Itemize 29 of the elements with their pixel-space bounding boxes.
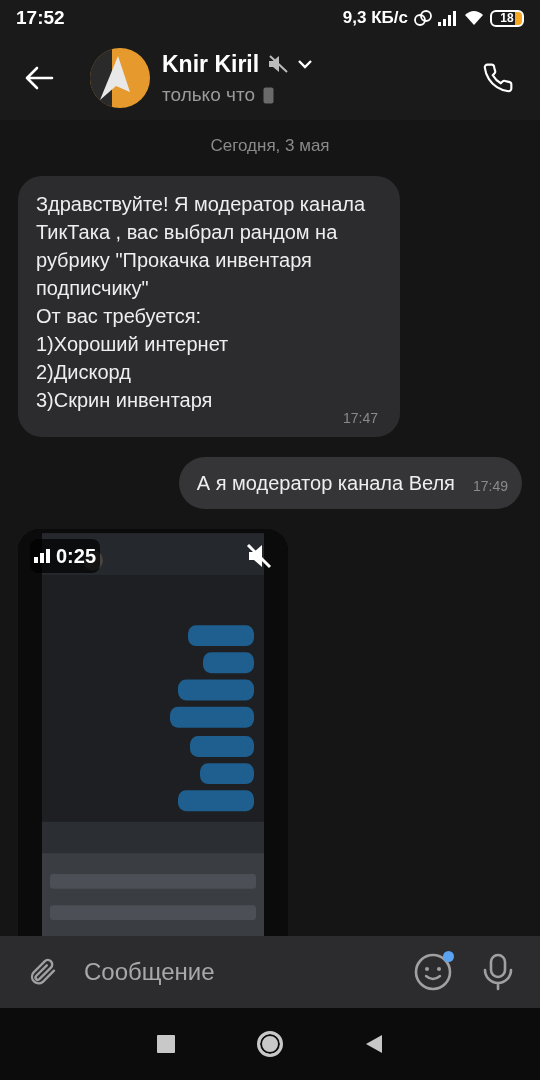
home-icon[interactable] (257, 1031, 283, 1057)
signal-icon (438, 10, 458, 26)
back-icon[interactable] (365, 1034, 383, 1054)
network-speed: 9,3 КБ/с (342, 7, 408, 30)
message-time: 17:47 (341, 408, 378, 428)
message-time: 17:49 (472, 476, 508, 496)
call-icon[interactable] (482, 62, 514, 94)
avatar-icon[interactable] (90, 48, 150, 108)
message-bubble[interactable]: Здравствуйте! Я модератор канала ТикТака , вас выбрал рандом на рубрику "Прокачка инвентаря подписчику" От вас требуется: 1)Хороший интернет 2)Дискорд 3)Скрин инвентаря 17:47 (18, 175, 400, 437)
microphone-icon[interactable] (482, 953, 514, 991)
date-separator: Сегодня, 3 мая (210, 135, 330, 157)
video-duration: 0:25 (56, 543, 97, 569)
wifi-icon (464, 10, 484, 26)
signal-icon (34, 548, 50, 563)
message-bubble[interactable]: А я модератор канала Веля 17:49 (178, 456, 522, 509)
back-icon[interactable] (24, 66, 54, 90)
link-icon (414, 10, 432, 26)
message-field[interactable]: Сообщение (84, 954, 414, 990)
emoji-icon[interactable] (414, 953, 452, 991)
contact-name: Knir Kiril (162, 49, 260, 79)
phone-device-icon (262, 86, 274, 104)
contact-status: только что (162, 83, 255, 107)
composer-bar[interactable]: Сообщение (0, 936, 540, 1008)
chevron-down-icon[interactable] (297, 58, 314, 69)
battery-icon: 18 (490, 9, 524, 27)
muted-icon[interactable] (246, 542, 272, 569)
message-text: Здравствуйте! Я модератор канала ТикТака , вас выбрал рандом на рубрику "Прокачка инвентаря подписчику" От вас требуется: 1)Хороший интернет 2)Дискорд 3)Скрин инвентаря (36, 192, 366, 411)
message-text: А я модератор канала Веля (196, 470, 455, 496)
status-time: 17:52 (16, 5, 65, 30)
